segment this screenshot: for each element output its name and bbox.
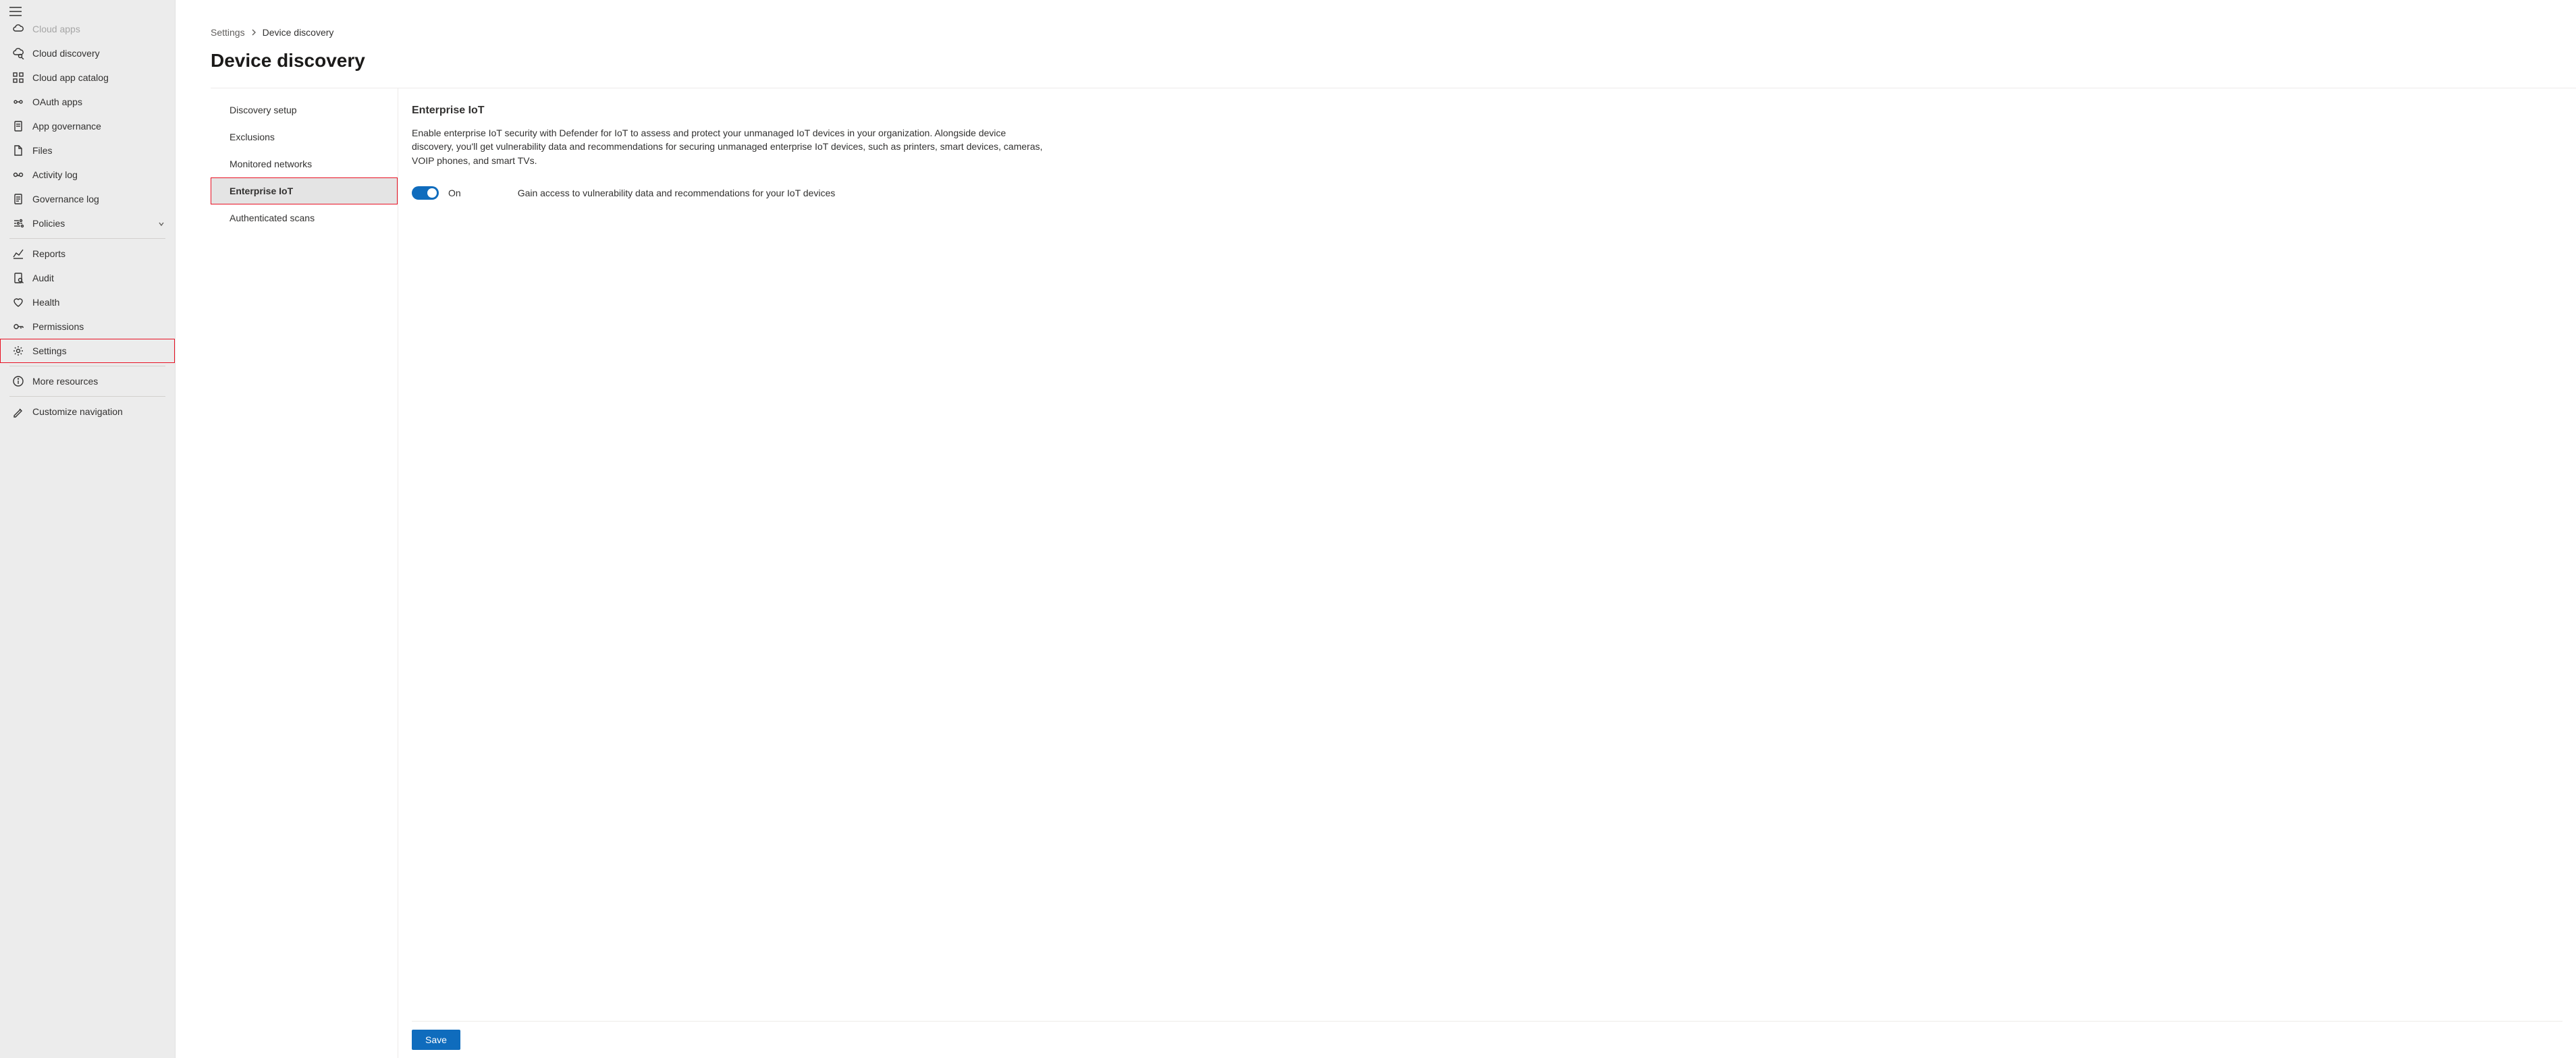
sidebar-item-reports[interactable]: Reports xyxy=(0,242,175,266)
enterprise-iot-toggle[interactable] xyxy=(412,186,439,200)
subnav-item-monitored-networks[interactable]: Monitored networks xyxy=(211,150,398,177)
sidebar-item-cloud-app-catalog[interactable]: Cloud app catalog xyxy=(0,65,175,90)
sidebar-item-health[interactable]: Health xyxy=(0,290,175,314)
sidebar-item-label: OAuth apps xyxy=(32,96,165,107)
sidebar-item-label: Policies xyxy=(32,218,157,229)
hamburger-menu[interactable] xyxy=(0,3,175,23)
log-icon xyxy=(12,193,24,205)
cloud-discovery-icon xyxy=(12,47,24,59)
sidebar-item-label: Cloud app catalog xyxy=(32,72,165,83)
breadcrumb: Settings Device discovery xyxy=(211,0,2576,45)
cloud-apps-icon xyxy=(12,23,24,35)
edit-icon xyxy=(12,406,24,418)
breadcrumb-current: Device discovery xyxy=(263,27,334,38)
toggle-knob xyxy=(427,188,437,198)
sidebar-item-label: More resources xyxy=(32,376,165,387)
breadcrumb-root[interactable]: Settings xyxy=(211,27,245,38)
page-title: Device discovery xyxy=(211,50,2576,72)
content-pane: Enterprise IoT Enable enterprise IoT sec… xyxy=(398,88,2576,1058)
sidebar-list: Cloud apps Cloud discovery Cloud app catal… xyxy=(0,23,175,1058)
sidebar-item-label: Governance log xyxy=(32,194,165,204)
sidebar-item-label: Health xyxy=(32,297,165,308)
sidebar-item-more-resources[interactable]: More resources xyxy=(0,369,175,393)
sidebar-item-label: Cloud apps xyxy=(32,24,165,34)
sidebar-item-label: Cloud discovery xyxy=(32,48,165,59)
footer-bar: Save xyxy=(412,1021,2562,1058)
sidebar: Cloud apps Cloud discovery Cloud app catal… xyxy=(0,0,176,1058)
sidebar-item-label: Reports xyxy=(32,248,165,259)
subnav: Discovery setupExclusionsMonitored netwo… xyxy=(211,88,398,1058)
sidebar-item-cloud-discovery[interactable]: Cloud discovery xyxy=(0,41,175,65)
sidebar-item-label: Activity log xyxy=(32,169,165,180)
info-icon xyxy=(12,375,24,387)
hamburger-icon xyxy=(9,7,165,16)
main: Settings Device discovery Device discove… xyxy=(176,0,2576,1058)
sidebar-item-activity-log[interactable]: Activity log xyxy=(0,163,175,187)
sidebar-item-label: App governance xyxy=(32,121,165,132)
activity-icon xyxy=(12,169,24,181)
content-wrap: Discovery setupExclusionsMonitored netwo… xyxy=(211,88,2576,1058)
sidebar-item-label: Customize navigation xyxy=(32,406,165,417)
health-icon xyxy=(12,296,24,308)
subnav-item-enterprise-iot[interactable]: Enterprise IoT xyxy=(211,177,398,204)
sidebar-item-files[interactable]: Files xyxy=(0,138,175,163)
sidebar-item-cloud-apps[interactable]: Cloud apps xyxy=(0,23,175,41)
settings-icon xyxy=(12,345,24,357)
sidebar-item-label: Files xyxy=(32,145,165,156)
subnav-item-discovery-setup[interactable]: Discovery setup xyxy=(211,96,398,123)
permissions-icon xyxy=(12,321,24,333)
reports-icon xyxy=(12,248,24,260)
sidebar-item-governance-log[interactable]: Governance log xyxy=(0,187,175,211)
catalog-icon xyxy=(12,72,24,84)
sidebar-item-label: Permissions xyxy=(32,321,165,332)
oauth-icon xyxy=(12,96,24,108)
toggle-row: On Gain access to vulnerability data and… xyxy=(412,186,2562,200)
chevron-right-icon xyxy=(250,27,257,38)
sidebar-item-oauth-apps[interactable]: OAuth apps xyxy=(0,90,175,114)
toggle-help-text: Gain access to vulnerability data and re… xyxy=(518,188,836,198)
sidebar-item-permissions[interactable]: Permissions xyxy=(0,314,175,339)
sidebar-item-settings[interactable]: Settings xyxy=(0,339,175,363)
subnav-item-authenticated-scans[interactable]: Authenticated scans xyxy=(211,204,398,231)
toggle-state-label: On xyxy=(448,188,461,198)
sidebar-item-customize-navigation[interactable]: Customize navigation xyxy=(0,399,175,424)
subnav-item-exclusions[interactable]: Exclusions xyxy=(211,123,398,150)
save-button[interactable]: Save xyxy=(412,1030,460,1050)
audit-icon xyxy=(12,272,24,284)
chevron-down-icon xyxy=(157,219,165,227)
section-heading: Enterprise IoT xyxy=(412,105,2562,117)
sidebar-item-audit[interactable]: Audit xyxy=(0,266,175,290)
sidebar-item-label: Settings xyxy=(32,345,165,356)
policies-icon xyxy=(12,217,24,229)
sidebar-item-policies[interactable]: Policies xyxy=(0,211,175,235)
sidebar-item-label: Audit xyxy=(32,273,165,283)
sidebar-item-app-governance[interactable]: App governance xyxy=(0,114,175,138)
governance-icon xyxy=(12,120,24,132)
section-description: Enable enterprise IoT security with Defe… xyxy=(412,126,1046,167)
files-icon xyxy=(12,144,24,157)
